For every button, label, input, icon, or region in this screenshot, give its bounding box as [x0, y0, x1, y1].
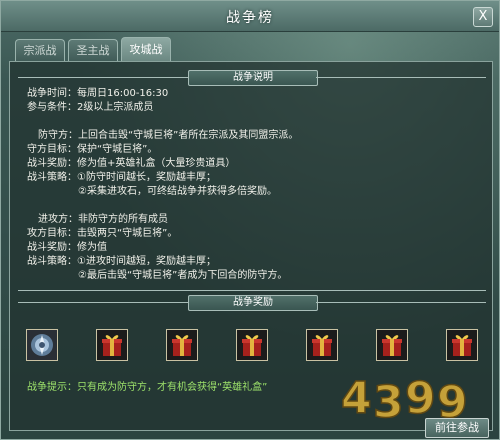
- section-divider: [18, 290, 486, 291]
- hero-gift-box-icon: [447, 330, 477, 360]
- info-line-condition: 参与条件：2级以上宗派成员: [27, 102, 154, 113]
- tab-siege-war[interactable]: 攻城战: [121, 37, 171, 62]
- description-heading: 战争说明: [188, 70, 318, 86]
- window-title: 战争榜: [226, 10, 274, 26]
- reward-slot-gift-3[interactable]: [236, 329, 268, 361]
- reward-slot-gift-5[interactable]: [376, 329, 408, 361]
- info-line-defender-goal: 守方目标：保护“守城巨将”。: [27, 144, 158, 155]
- rewards-header: 战争奖励: [18, 295, 486, 311]
- tab-sect-war[interactable]: 宗派战: [15, 39, 65, 62]
- cultivation-orb-icon: [27, 330, 57, 360]
- reward-slot-gift-2[interactable]: [166, 329, 198, 361]
- svg-text:4: 4: [341, 373, 372, 424]
- svg-text:9: 9: [405, 373, 436, 424]
- info-line-attacker-strategy-1: 战斗策略：①进攻时间越短，奖励越丰厚；: [27, 256, 216, 267]
- svg-text:3: 3: [373, 377, 404, 427]
- hero-gift-box-icon: [237, 330, 267, 360]
- info-line-defender-reward: 战斗奖励：修为值+英雄礼盒（大量珍贵道具）: [27, 158, 236, 169]
- reward-slot-gift-1[interactable]: [96, 329, 128, 361]
- war-rank-window: 战争榜 X 宗派战 圣主战 攻城战 战争说明 战争时间：每周日16:00-16:…: [0, 0, 500, 440]
- description-header: 战争说明: [18, 70, 486, 86]
- info-line-defender: 防守方：上回合击毁“守城巨将”者所在宗派及其同盟宗派。: [38, 130, 299, 141]
- info-line-defender-strategy-1: 战斗策略：①防守时间越长，奖励越丰厚；: [27, 172, 216, 183]
- tab-lord-war[interactable]: 圣主战: [68, 39, 118, 62]
- info-line-attacker-strategy-2: ②最后击毁“守城巨将”者成为下回合的防守方。: [78, 270, 288, 281]
- hero-gift-box-icon: [307, 330, 337, 360]
- info-line-attacker-goal: 攻方目标：击毁两只“守城巨将”。: [27, 228, 178, 239]
- reward-slot-cultivation[interactable]: [26, 329, 58, 361]
- reward-slot-gift-4[interactable]: [306, 329, 338, 361]
- hero-gift-box-icon: [377, 330, 407, 360]
- hero-gift-box-icon: [97, 330, 127, 360]
- rewards-heading: 战争奖励: [188, 295, 318, 311]
- war-tip: 战争提示：只有成为防守方，才有机会获得“英雄礼盒”: [27, 382, 268, 393]
- go-to-battle-button[interactable]: 前往参战: [425, 418, 489, 438]
- info-line-time: 战争时间：每周日16:00-16:30: [27, 88, 169, 99]
- hero-gift-box-icon: [167, 330, 197, 360]
- info-line-attacker-reward: 战斗奖励：修为值: [27, 242, 107, 253]
- info-line-attacker: 进攻方：非防守方的所有成员: [38, 214, 168, 225]
- info-line-defender-strategy-2: ②采集进攻石，可终结战争并获得多倍奖励。: [78, 186, 277, 197]
- reward-slot-gift-6[interactable]: [446, 329, 478, 361]
- close-button[interactable]: X: [473, 7, 493, 27]
- title-bar: 战争榜 X: [1, 1, 499, 32]
